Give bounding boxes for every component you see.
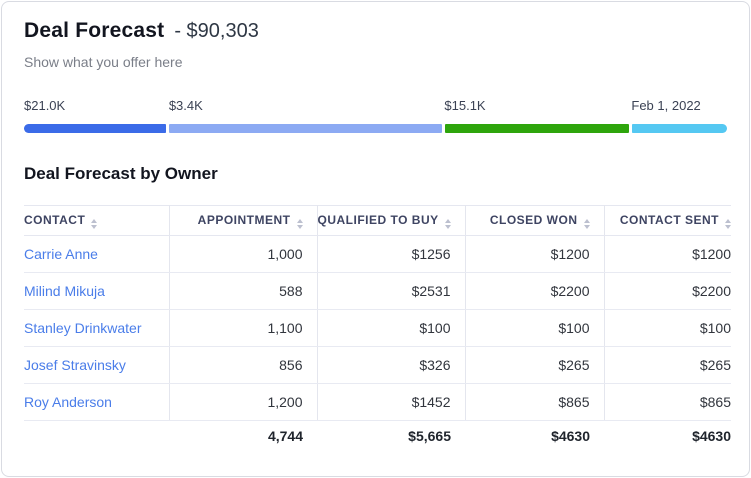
funnel-segment-2 <box>169 124 442 133</box>
contact-link[interactable]: Milind Mikuja <box>24 283 105 299</box>
funnel-segment-3 <box>445 124 629 133</box>
sort-icon[interactable] <box>445 219 451 229</box>
column-header-closed-won[interactable]: CLOSED WON <box>465 206 604 236</box>
contact-sent-cell: $1200 <box>604 236 731 273</box>
totals-qualified: $5,665 <box>317 421 465 451</box>
totals-closed-won: $4630 <box>465 421 604 451</box>
sort-icon[interactable] <box>725 219 731 229</box>
funnel-bar <box>24 124 727 133</box>
contact-sent-cell: $100 <box>604 310 731 347</box>
sort-icon[interactable] <box>91 219 97 229</box>
funnel-label-1: $21.0K <box>24 98 65 113</box>
contact-sent-cell: $265 <box>604 347 731 384</box>
funnel-label-2: $3.4K <box>169 98 203 113</box>
column-header-contact-sent[interactable]: CONTACT SENT <box>604 206 731 236</box>
funnel-labels: $21.0K $3.4K $15.1K Feb 1, 2022 <box>24 98 727 116</box>
qualified-cell: $1256 <box>317 236 465 273</box>
table-row: Milind Mikuja 588 $2531 $2200 $2200 <box>24 273 731 310</box>
table-title: Deal Forecast by Owner <box>24 162 727 186</box>
contact-sent-cell: $865 <box>604 384 731 421</box>
column-header-appointment[interactable]: APPOINTMENT <box>169 206 317 236</box>
qualified-cell: $1452 <box>317 384 465 421</box>
appointment-cell: 1,000 <box>169 236 317 273</box>
qualified-cell: $100 <box>317 310 465 347</box>
sort-icon[interactable] <box>297 219 303 229</box>
appointment-cell: 1,200 <box>169 384 317 421</box>
page-subtitle: Show what you offer here <box>24 52 727 72</box>
totals-empty-cell <box>24 421 169 451</box>
funnel-segment-4 <box>632 124 727 133</box>
table-row: Roy Anderson 1,200 $1452 $865 $865 <box>24 384 731 421</box>
qualified-cell: $326 <box>317 347 465 384</box>
table-row: Stanley Drinkwater 1,100 $100 $100 $100 <box>24 310 731 347</box>
qualified-cell: $2531 <box>317 273 465 310</box>
deal-forecast-table: CONTACT APPOINTMENT QUALIFIED TO BUY CLO… <box>24 205 731 451</box>
closed-won-cell: $2200 <box>465 273 604 310</box>
table-row: Carrie Anne 1,000 $1256 $1200 $1200 <box>24 236 731 273</box>
contact-sent-cell: $2200 <box>604 273 731 310</box>
appointment-cell: 856 <box>169 347 317 384</box>
table-row: Josef Stravinsky 856 $326 $265 $265 <box>24 347 731 384</box>
sort-icon[interactable] <box>584 219 590 229</box>
funnel-label-4: Feb 1, 2022 <box>631 98 700 113</box>
contact-link[interactable]: Stanley Drinkwater <box>24 320 142 336</box>
closed-won-cell: $865 <box>465 384 604 421</box>
card-header: Deal Forecast - $90,303 <box>24 19 727 49</box>
totals-appointment: 4,744 <box>169 421 317 451</box>
page-title: Deal Forecast <box>24 19 164 43</box>
forecast-amount: - $90,303 <box>174 20 259 43</box>
contact-link[interactable]: Carrie Anne <box>24 246 98 262</box>
contact-link[interactable]: Josef Stravinsky <box>24 357 126 373</box>
totals-row: 4,744 $5,665 $4630 $4630 <box>24 421 731 451</box>
totals-contact-sent: $4630 <box>604 421 731 451</box>
closed-won-cell: $100 <box>465 310 604 347</box>
column-header-contact[interactable]: CONTACT <box>24 206 169 236</box>
deal-forecast-card: Deal Forecast - $90,303 Show what you of… <box>1 1 750 477</box>
column-header-qualified-to-buy[interactable]: QUALIFIED TO BUY <box>317 206 465 236</box>
appointment-cell: 1,100 <box>169 310 317 347</box>
funnel-segment-1 <box>24 124 166 133</box>
appointment-cell: 588 <box>169 273 317 310</box>
funnel-label-3: $15.1K <box>444 98 485 113</box>
closed-won-cell: $1200 <box>465 236 604 273</box>
contact-link[interactable]: Roy Anderson <box>24 394 112 410</box>
closed-won-cell: $265 <box>465 347 604 384</box>
table-header-row: CONTACT APPOINTMENT QUALIFIED TO BUY CLO… <box>24 206 731 236</box>
